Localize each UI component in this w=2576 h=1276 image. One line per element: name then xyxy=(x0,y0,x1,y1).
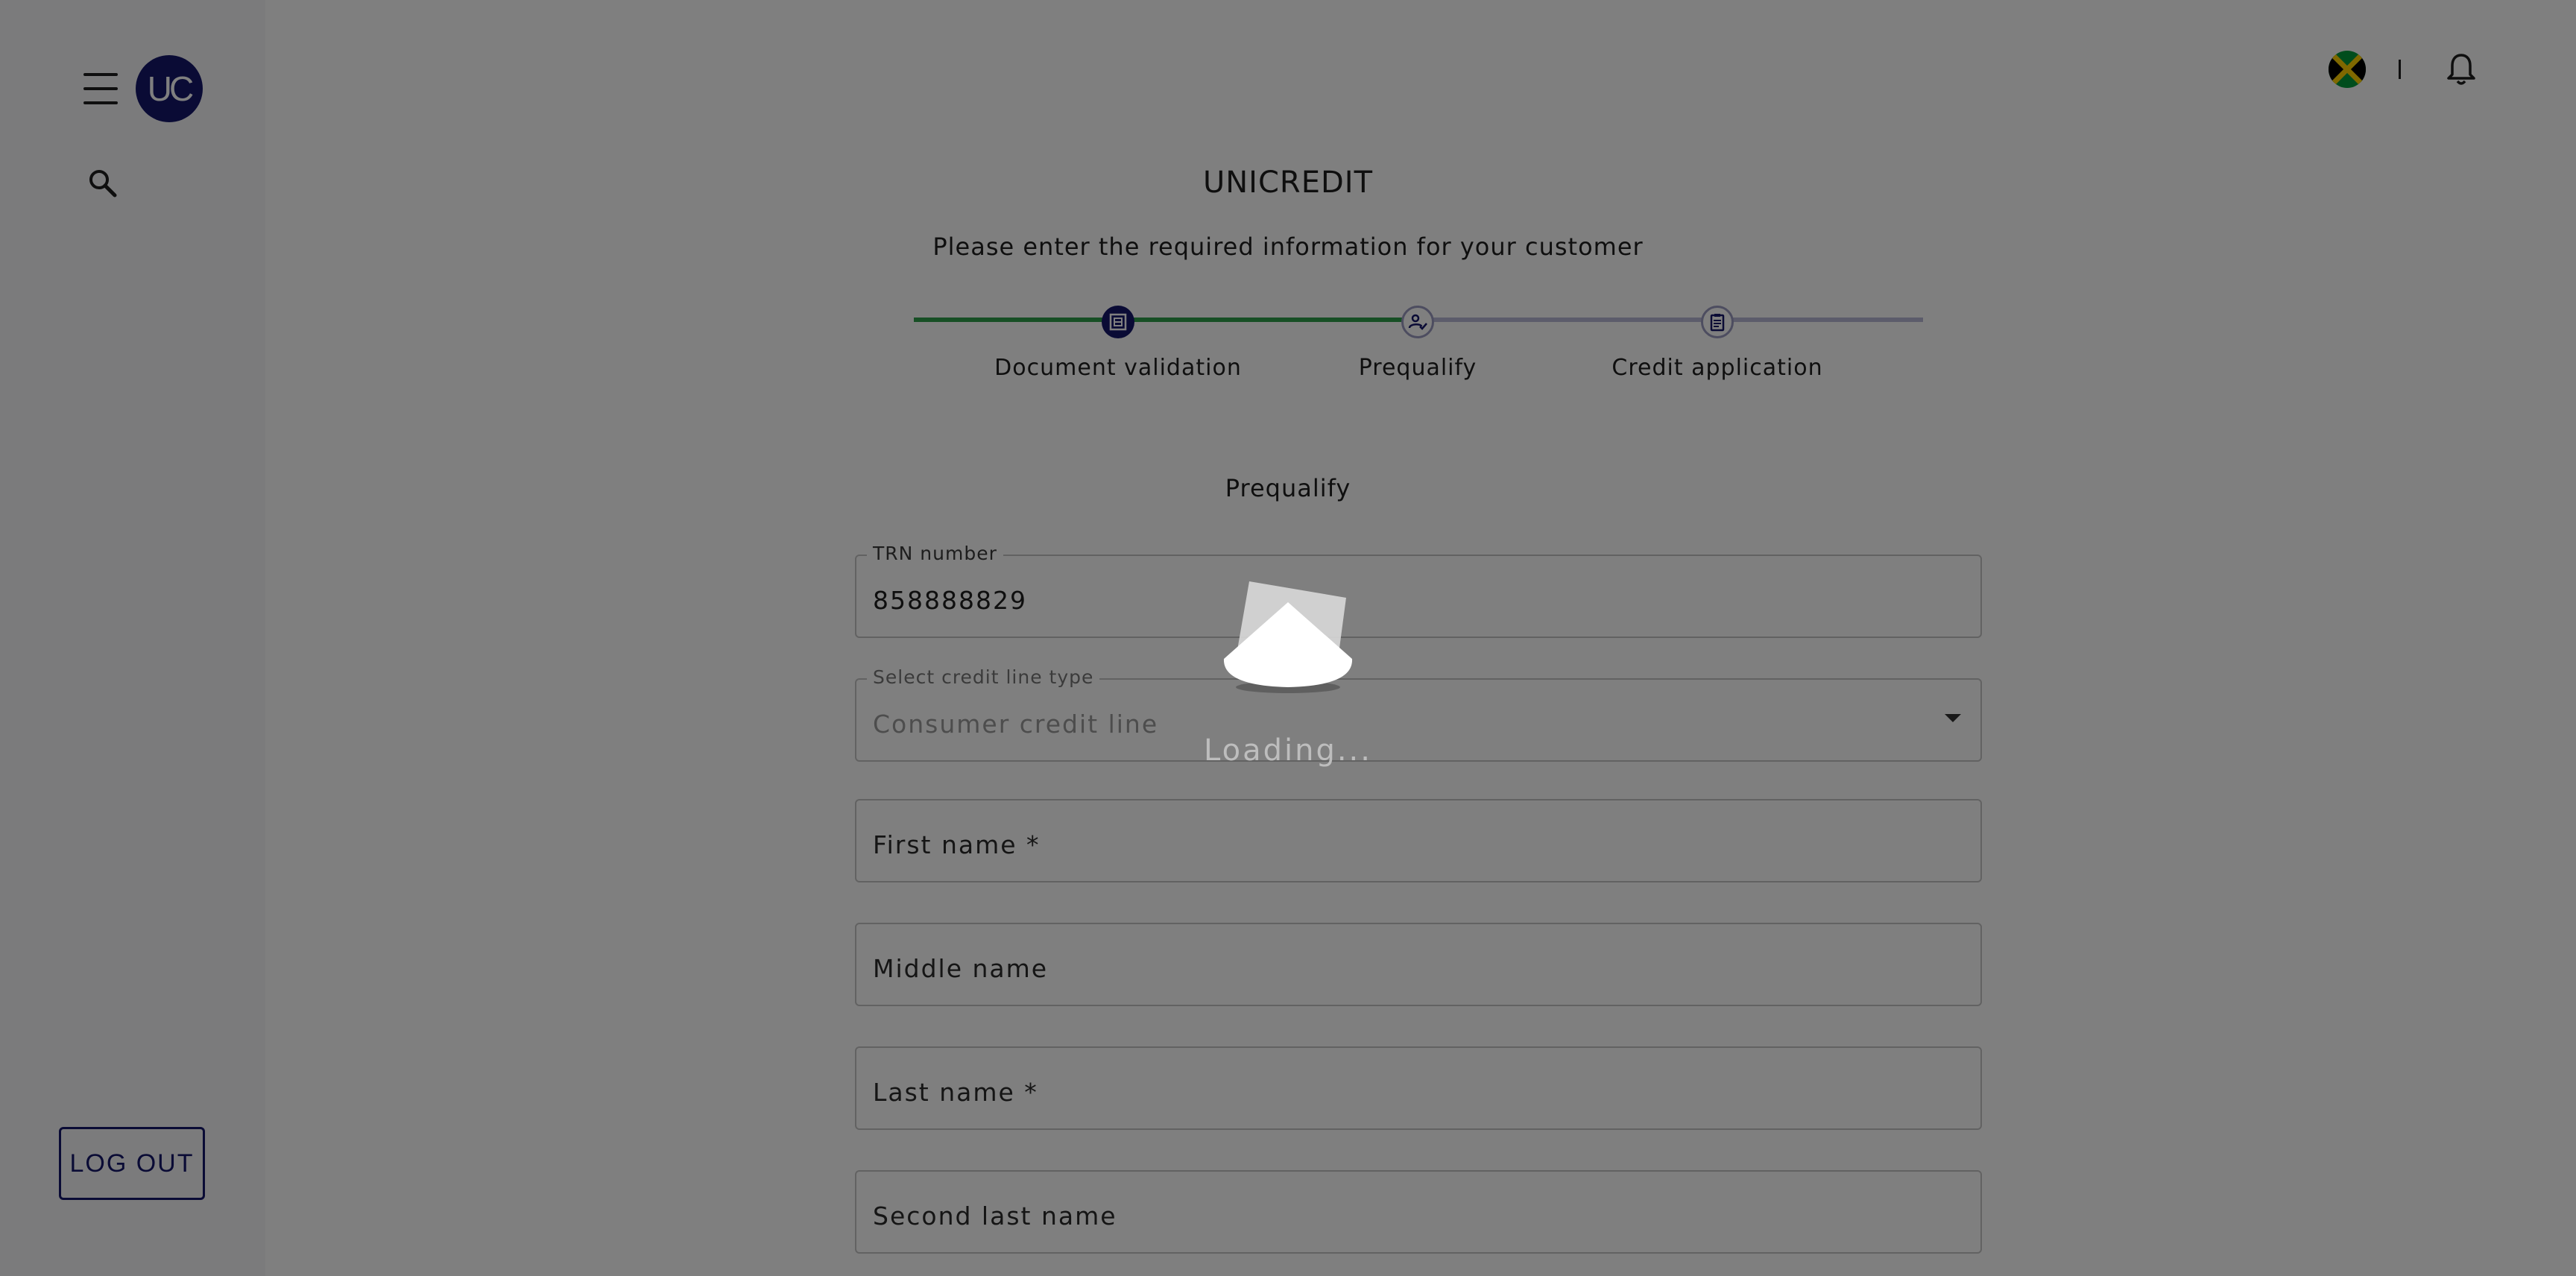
loading-text: Loading... xyxy=(1204,733,1372,768)
loading-overlay: Loading... xyxy=(0,0,2576,1276)
loading-spinner-icon xyxy=(1219,575,1357,695)
